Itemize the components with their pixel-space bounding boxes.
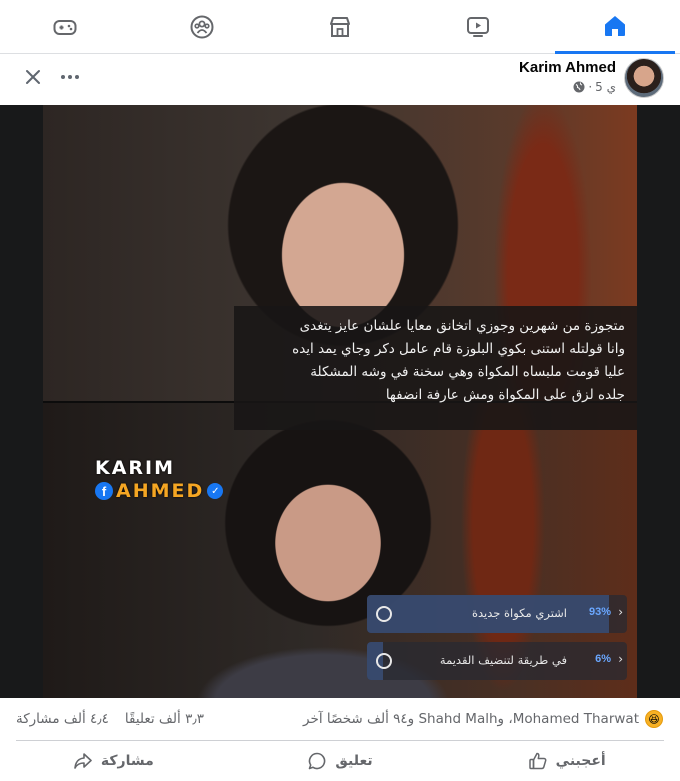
- verified-check-icon: ✓: [207, 483, 224, 499]
- watermark-line2: AHMED: [116, 480, 205, 502]
- gamepad-icon: [53, 20, 77, 35]
- poll-percent: 6%: [595, 653, 611, 665]
- globe-icon: [573, 81, 585, 93]
- video-icon: [467, 17, 489, 37]
- poll-option[interactable]: اشتري مكواة جديدة 93% ›: [367, 595, 627, 633]
- share-icon: [74, 753, 92, 769]
- like-label: أعجبني: [555, 753, 606, 769]
- caption-line: عليا قومت ملبساه المكواة وهي سخنة في وشه…: [310, 364, 625, 380]
- post-meta-separator: ·: [588, 80, 593, 94]
- engagement-stats: ٣٫٣ ألف تعليقًا ٤٫٤ ألف مشاركة: [16, 711, 204, 727]
- top-navigation: [0, 0, 680, 54]
- poll-percent: 93%: [588, 606, 611, 618]
- image-caption-box: متجوزة من شهرين وجوزي اتخانق معايا علشان…: [234, 306, 637, 430]
- author-name[interactable]: Karim Ahmed: [519, 59, 616, 76]
- more-dots-icon: [61, 75, 79, 79]
- reaction-summary[interactable]: Mohamed Tharwat، وShahd Malh و٩٤ ألف شخص…: [303, 710, 663, 728]
- radio-icon: [376, 653, 392, 669]
- post-image[interactable]: متجوزة من شهرين وجوزي اتخانق معايا علشان…: [43, 105, 637, 698]
- chevron-right-icon: ›: [618, 652, 623, 666]
- poll-option-text: اشتري مكواة جديدة: [471, 606, 567, 620]
- comment-label: تعليق: [335, 753, 373, 769]
- home-icon: [605, 15, 625, 36]
- reactions-bar: Mohamed Tharwat، وShahd Malh و٩٤ ألف شخص…: [0, 700, 680, 740]
- comment-icon: [309, 752, 326, 770]
- share-label: مشاركة: [100, 753, 154, 769]
- caption-line: وانا قولتله استنى بكوي البلوزة قام عامل …: [292, 341, 625, 357]
- tab-marketplace[interactable]: [280, 0, 400, 54]
- haha-reaction-icon: 😆: [645, 710, 663, 728]
- poll-option-text: في طريقة لتنضيف القديمة: [439, 653, 567, 667]
- watermark: KARIM f AHMED ✓: [95, 457, 224, 502]
- poll: اشتري مكواة جديدة 93% › في طريقة لتنضيف …: [367, 595, 627, 689]
- like-button[interactable]: أعجبني: [453, 741, 680, 781]
- post-header: Karim Ahmed · 5 ي: [0, 55, 680, 105]
- close-button[interactable]: [22, 66, 44, 88]
- post-media: متجوزة من شهرين وجوزي اتخانق معايا علشان…: [0, 105, 680, 698]
- post-time[interactable]: 5 ي: [595, 80, 616, 94]
- store-icon: [330, 17, 350, 37]
- more-options-button[interactable]: [58, 67, 82, 87]
- caption-line: جلده لزق على المكواة ومش عارفة انضفها: [385, 387, 625, 403]
- avatar[interactable]: [624, 58, 664, 98]
- comment-count[interactable]: ٣٫٣ ألف تعليقًا: [125, 711, 204, 727]
- poll-option[interactable]: في طريقة لتنضيف القديمة 6% ›: [367, 642, 627, 680]
- facebook-icon: f: [95, 482, 113, 500]
- tab-home[interactable]: [555, 0, 675, 54]
- caption-line: متجوزة من شهرين وجوزي اتخانق معايا علشان…: [299, 318, 625, 334]
- tab-groups[interactable]: [142, 0, 262, 54]
- post-meta: · 5 ي: [573, 80, 616, 94]
- tab-watch[interactable]: [418, 0, 538, 54]
- share-count[interactable]: ٤٫٤ ألف مشاركة: [16, 711, 109, 727]
- radio-icon: [376, 606, 392, 622]
- close-icon: [26, 70, 40, 84]
- thumbs-up-icon: [528, 752, 547, 770]
- post-actions: مشاركة تعليق أعجبني: [0, 741, 680, 781]
- comment-button[interactable]: تعليق: [227, 741, 454, 781]
- watermark-line1: KARIM: [95, 457, 176, 479]
- groups-icon: [190, 15, 214, 39]
- chevron-right-icon: ›: [618, 605, 623, 619]
- tab-gaming[interactable]: [5, 0, 125, 54]
- reaction-names: Mohamed Tharwat، وShahd Malh و٩٤ ألف شخص…: [303, 711, 639, 727]
- share-button[interactable]: مشاركة: [0, 741, 227, 781]
